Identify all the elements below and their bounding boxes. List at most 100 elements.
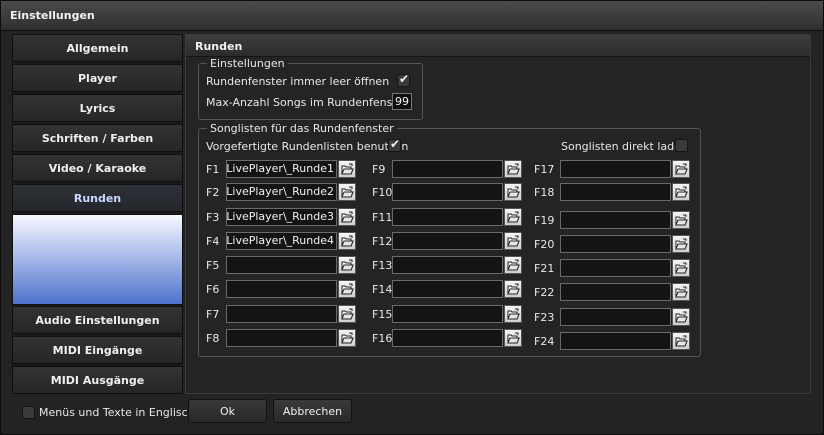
browse-button-f5[interactable] — [338, 256, 356, 274]
songlist-path-f6[interactable] — [226, 280, 337, 298]
open-empty-label: Rundenfenster immer leer öffnen — [206, 75, 390, 88]
fkey-label-f23: F23 — [534, 311, 555, 324]
folder-open-icon — [507, 332, 520, 344]
browse-button-f1[interactable] — [338, 160, 356, 178]
songlist-path-f4[interactable]: PcLivePlayer\_Runde4 — [226, 232, 337, 250]
max-songs-label: Max-Anzahl Songs im Rundenfenster — [206, 96, 408, 109]
songlist-path-f17[interactable] — [560, 160, 671, 178]
settings-window: Einstellungen Allgemein Player Lyrics Sc… — [0, 0, 824, 435]
sidebar-item-schriften-farben[interactable]: Schriften / Farben — [12, 124, 183, 152]
folder-open-icon — [507, 283, 520, 295]
songlist-path-f7[interactable] — [226, 305, 337, 323]
fkey-label-f20: F20 — [534, 238, 555, 251]
songlist-path-f5[interactable] — [226, 256, 337, 274]
fkey-label-f9: F9 — [372, 163, 386, 176]
panel-title: Runden — [195, 40, 243, 53]
browse-button-f13[interactable] — [504, 256, 522, 274]
sidebar-item-lyrics[interactable]: Lyrics — [12, 94, 183, 122]
browse-button-f22[interactable] — [672, 283, 690, 301]
songlist-path-value: PcLivePlayer\_Runde1 — [226, 162, 334, 175]
browse-button-f2[interactable] — [338, 183, 356, 201]
browse-button-f23[interactable] — [672, 308, 690, 326]
songlist-path-f10[interactable] — [392, 183, 503, 201]
songlist-path-f2[interactable]: PcLivePlayer\_Runde2 — [226, 183, 337, 201]
songlist-path-f20[interactable] — [560, 235, 671, 253]
songlist-path-f11[interactable] — [392, 208, 503, 226]
songlist-path-f23[interactable] — [560, 308, 671, 326]
settings-group-legend: Einstellungen — [210, 57, 285, 70]
folder-open-icon — [341, 211, 354, 223]
fkey-label-f1: F1 — [206, 163, 220, 176]
checkmark-icon: ✔ — [399, 72, 410, 86]
browse-button-f10[interactable] — [504, 183, 522, 201]
folder-open-icon — [341, 235, 354, 247]
songlist-path-f14[interactable] — [392, 280, 503, 298]
folder-open-icon — [675, 214, 688, 226]
fkey-label-f5: F5 — [206, 259, 220, 272]
sidebar-preview-gradient — [12, 214, 183, 305]
folder-open-icon — [507, 235, 520, 247]
folder-open-icon — [675, 238, 688, 250]
folder-open-icon — [675, 286, 688, 298]
songlist-path-f8[interactable] — [226, 329, 337, 347]
title-bar[interactable]: Einstellungen — [1, 1, 823, 31]
browse-button-f9[interactable] — [504, 160, 522, 178]
songlist-path-f9[interactable] — [392, 160, 503, 178]
browse-button-f7[interactable] — [338, 305, 356, 323]
browse-button-f14[interactable] — [504, 280, 522, 298]
open-empty-checkbox[interactable]: ✔ — [397, 72, 410, 87]
folder-open-icon — [341, 283, 354, 295]
songlist-path-f3[interactable]: PcLivePlayer\_Runde3 — [226, 208, 337, 226]
browse-button-f17[interactable] — [672, 160, 690, 178]
folder-open-icon — [341, 308, 354, 320]
fkey-label-f2: F2 — [206, 186, 220, 199]
songlist-path-f12[interactable] — [392, 232, 503, 250]
load-direct-checkbox[interactable] — [675, 139, 688, 152]
fkey-label-f11: F11 — [372, 211, 393, 224]
browse-button-f24[interactable] — [672, 332, 690, 350]
browse-button-f6[interactable] — [338, 280, 356, 298]
browse-button-f8[interactable] — [338, 329, 356, 347]
songlist-path-f24[interactable] — [560, 332, 671, 350]
fkey-label-f7: F7 — [206, 308, 220, 321]
sidebar-item-audio-einstellungen[interactable]: Audio Einstellungen — [12, 306, 183, 334]
fkey-label-f15: F15 — [372, 308, 393, 321]
use-prebuilt-checkbox[interactable]: ✔ — [388, 137, 401, 152]
songlist-path-f1[interactable]: PcLivePlayer\_Runde1 — [226, 160, 337, 178]
fkey-label-f19: F19 — [534, 214, 555, 227]
songlist-path-f19[interactable] — [560, 211, 671, 229]
songlist-path-f16[interactable] — [392, 329, 503, 347]
max-songs-input[interactable]: 99 — [392, 93, 412, 110]
sidebar-item-player[interactable]: Player — [12, 64, 183, 92]
songlist-path-value: PcLivePlayer\_Runde2 — [226, 185, 334, 198]
browse-button-f16[interactable] — [504, 329, 522, 347]
songlist-path-f18[interactable] — [560, 183, 671, 201]
window-title: Einstellungen — [10, 9, 95, 22]
sidebar-item-midi-eingaenge[interactable]: MIDI Eingänge — [12, 336, 183, 364]
browse-button-f18[interactable] — [672, 183, 690, 201]
load-direct-label: Songlisten direkt laden — [561, 140, 688, 153]
sidebar-item-allgemein[interactable]: Allgemein — [12, 34, 183, 62]
browse-button-f4[interactable] — [338, 232, 356, 250]
browse-button-f12[interactable] — [504, 232, 522, 250]
folder-open-icon — [675, 163, 688, 175]
browse-button-f3[interactable] — [338, 208, 356, 226]
songlist-path-f13[interactable] — [392, 256, 503, 274]
browse-button-f15[interactable] — [504, 305, 522, 323]
songlist-path-f15[interactable] — [392, 305, 503, 323]
main-panel: Runden Einstellungen Rundenfenster immer… — [185, 34, 811, 394]
songlist-path-f22[interactable] — [560, 283, 671, 301]
browse-button-f21[interactable] — [672, 259, 690, 277]
sidebar-item-runden[interactable]: Runden — [12, 184, 183, 212]
browse-button-f19[interactable] — [672, 211, 690, 229]
sidebar-item-video-karaoke[interactable]: Video / Karaoke — [12, 154, 183, 182]
fkey-label-f18: F18 — [534, 186, 555, 199]
ok-button[interactable]: Ok — [188, 399, 267, 423]
english-checkbox[interactable] — [22, 406, 35, 419]
browse-button-f20[interactable] — [672, 235, 690, 253]
songlist-path-f21[interactable] — [560, 259, 671, 277]
browse-button-f11[interactable] — [504, 208, 522, 226]
fkey-label-f4: F4 — [206, 235, 220, 248]
cancel-button[interactable]: Abbrechen — [273, 399, 352, 423]
sidebar-item-midi-ausgaenge[interactable]: MIDI Ausgänge — [12, 366, 183, 394]
